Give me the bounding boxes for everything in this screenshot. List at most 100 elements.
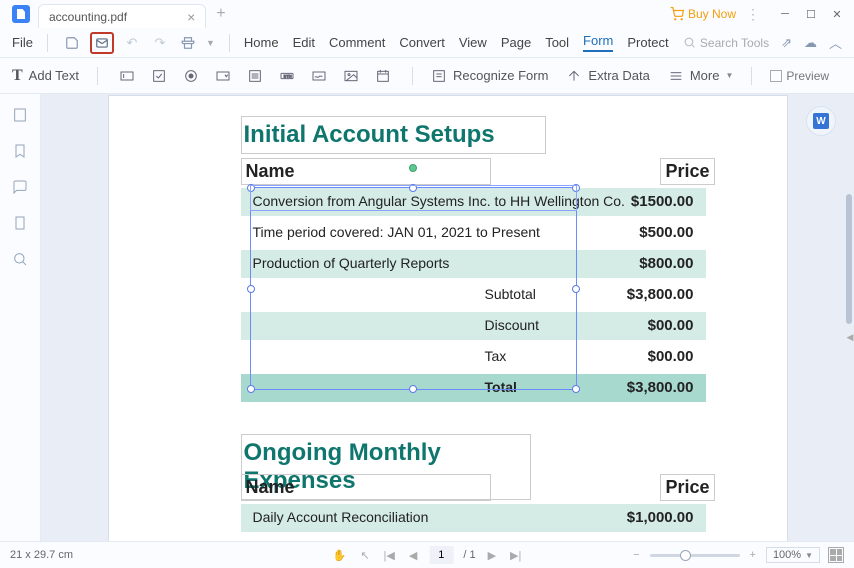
menu-view[interactable]: View — [459, 35, 487, 50]
subtotal-value: $3,800.00 — [627, 286, 694, 303]
maximize-button[interactable]: ☐ — [798, 3, 824, 25]
listbox-field-icon[interactable] — [244, 65, 266, 87]
page-navigation: ✋ ↖ |◀ ◀ / 1 ▶ ▶| — [331, 546, 524, 564]
close-window-button[interactable]: ✕ — [824, 3, 850, 25]
search-icon — [683, 36, 696, 49]
redo-icon[interactable]: ↷ — [150, 34, 170, 52]
title-bar: accounting.pdf × + Buy Now ⋮ ─ ☐ ✕ — [0, 0, 854, 28]
add-text-button[interactable]: T Add Text — [12, 67, 79, 85]
hand-tool-icon[interactable]: ✋ — [331, 547, 349, 564]
menu-protect[interactable]: Protect — [627, 35, 668, 50]
radio-field-icon[interactable] — [180, 65, 202, 87]
cloud-icon[interactable]: ☁ — [804, 35, 817, 51]
preview-toggle[interactable]: Preview — [770, 69, 829, 83]
upload-icon — [566, 68, 582, 84]
first-page-button[interactable]: |◀ — [382, 547, 397, 564]
menu-tool[interactable]: Tool — [545, 35, 569, 50]
pdf-page: Initial Account Setups Name Price Conver… — [108, 95, 788, 541]
menu-comment[interactable]: Comment — [329, 35, 385, 50]
menu-form[interactable]: Form — [583, 33, 613, 52]
menu-home[interactable]: Home — [244, 35, 279, 50]
discount-value: $00.00 — [648, 317, 694, 334]
signature-field-icon[interactable] — [308, 65, 330, 87]
last-page-button[interactable]: ▶| — [508, 547, 523, 564]
qat-dropdown-icon[interactable]: ▼ — [206, 38, 215, 48]
search-panel-icon[interactable] — [11, 250, 29, 268]
item-name: Daily Account Reconciliation — [253, 509, 429, 525]
comments-icon[interactable] — [11, 178, 29, 196]
cart-icon — [670, 7, 684, 21]
column-header-name-2[interactable]: Name — [241, 474, 491, 501]
fit-view-icon[interactable] — [828, 547, 844, 563]
date-field-icon[interactable] — [372, 65, 394, 87]
status-bar: 21 x 29.7 cm ✋ ↖ |◀ ◀ / 1 ▶ ▶| − + 100%▼ — [0, 541, 854, 568]
page-total: / 1 — [463, 549, 475, 561]
app-menu-icon[interactable]: ⋮ — [746, 6, 760, 23]
zoom-slider[interactable] — [650, 554, 740, 557]
print-icon[interactable] — [178, 34, 198, 52]
preview-checkbox[interactable] — [770, 70, 782, 82]
side-panel — [0, 94, 41, 541]
tax-value: $00.00 — [648, 348, 694, 365]
save-icon[interactable] — [62, 34, 82, 52]
zoom-in-button[interactable]: + — [748, 547, 758, 563]
tax-label: Tax — [485, 348, 507, 364]
more-button[interactable]: More ▼ — [668, 68, 734, 84]
item-price: $1500.00 — [631, 193, 694, 210]
select-tool-icon[interactable]: ↖ — [358, 547, 371, 564]
item-price: $1,000.00 — [627, 509, 694, 526]
recognize-icon — [431, 68, 447, 84]
collapse-ribbon-icon[interactable]: ︿ — [829, 33, 842, 52]
column-header-name[interactable]: Name — [241, 158, 491, 185]
menu-page[interactable]: Page — [501, 35, 531, 50]
dropdown-field-icon[interactable] — [212, 65, 234, 87]
share-icon[interactable]: ⇗ — [781, 35, 792, 51]
page-number-input[interactable] — [429, 546, 453, 564]
undo-icon[interactable]: ↶ — [122, 34, 142, 52]
chevron-down-icon: ▼ — [725, 71, 733, 80]
button-field-icon[interactable]: BTN — [276, 65, 298, 87]
search-tools[interactable]: Search Tools — [683, 36, 769, 50]
menu-edit[interactable]: Edit — [293, 35, 315, 50]
page-dimensions: 21 x 29.7 cm — [10, 549, 73, 561]
item-price: $800.00 — [639, 255, 693, 272]
add-tab-button[interactable]: + — [216, 5, 225, 23]
column-header-price-2[interactable]: Price — [660, 474, 714, 501]
prev-page-button[interactable]: ◀ — [407, 547, 419, 564]
discount-label: Discount — [485, 317, 539, 333]
slider-thumb[interactable] — [680, 550, 691, 561]
extra-data-button[interactable]: Extra Data — [566, 68, 649, 84]
total-label: Total — [485, 379, 517, 395]
file-menu[interactable]: File — [12, 35, 33, 50]
attachments-icon[interactable] — [11, 214, 29, 232]
column-header-price[interactable]: Price — [660, 158, 714, 185]
scroll-thumb[interactable] — [846, 194, 852, 324]
form-toolbar: T Add Text BTN Recognize Form Extra Data… — [0, 58, 854, 94]
next-page-button[interactable]: ▶ — [486, 547, 498, 564]
document-tab[interactable]: accounting.pdf × — [38, 4, 206, 28]
menu-bar: File ↶ ↷ ▼ Home Edit Comment Convert Vie… — [0, 28, 854, 58]
buy-now-button[interactable]: Buy Now — [670, 7, 736, 21]
item-name: Production of Quarterly Reports — [253, 255, 450, 271]
vertical-scrollbar[interactable] — [844, 94, 852, 540]
document-viewport[interactable]: Initial Account Setups Name Price Conver… — [41, 94, 854, 541]
section-heading[interactable]: Initial Account Setups — [241, 116, 546, 154]
quick-access-toolbar: ↶ ↷ ▼ — [62, 32, 215, 54]
thumbnails-icon[interactable] — [11, 106, 29, 124]
image-field-icon[interactable] — [340, 65, 362, 87]
text-field-icon[interactable] — [116, 65, 138, 87]
minimize-button[interactable]: ─ — [772, 3, 798, 25]
word-export-badge[interactable]: W — [806, 106, 836, 136]
zoom-level[interactable]: 100%▼ — [766, 547, 820, 563]
svg-text:BTN: BTN — [284, 73, 292, 78]
total-value: $3,800.00 — [627, 379, 694, 396]
subtotal-label: Subtotal — [485, 286, 536, 302]
item-name: Conversion from Angular Systems Inc. to … — [253, 193, 625, 209]
menu-convert[interactable]: Convert — [399, 35, 445, 50]
email-icon[interactable] — [90, 32, 114, 54]
bookmarks-icon[interactable] — [11, 142, 29, 160]
zoom-out-button[interactable]: − — [631, 547, 641, 563]
recognize-form-button[interactable]: Recognize Form — [431, 68, 548, 84]
close-tab-icon[interactable]: × — [187, 9, 195, 25]
checkbox-field-icon[interactable] — [148, 65, 170, 87]
